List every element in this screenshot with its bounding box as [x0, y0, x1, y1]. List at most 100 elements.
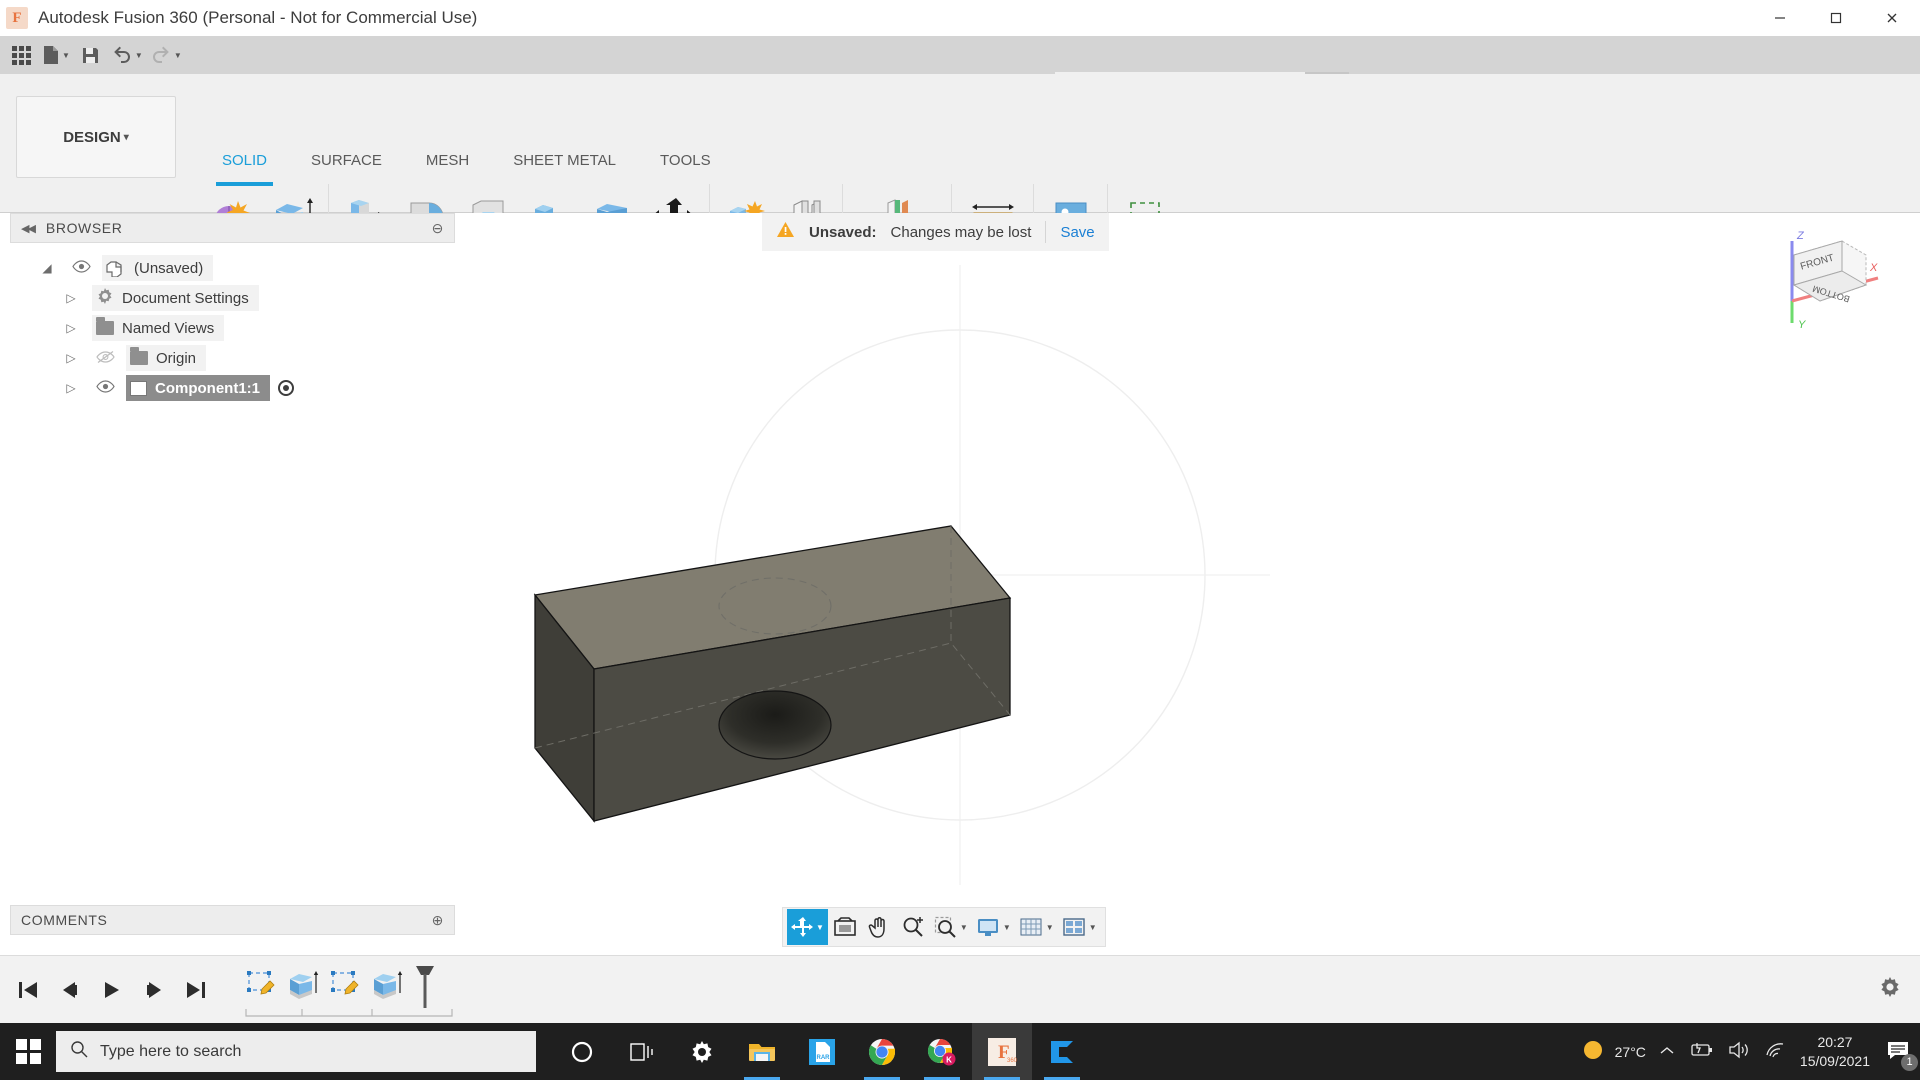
ribbon-tab-sheet-metal[interactable]: SHEET METAL — [491, 152, 638, 182]
ribbon-tab-surface[interactable]: SURFACE — [289, 152, 404, 182]
divider — [1045, 221, 1047, 243]
tree-item-origin-wrap[interactable]: Origin — [126, 345, 207, 371]
undo-icon[interactable]: ▼ — [108, 38, 147, 72]
tree-item-document-settings[interactable]: ▷ Document Settings — [10, 283, 455, 313]
skip-end-icon[interactable] — [178, 970, 214, 1010]
tree-item-unsaved-label-wrap[interactable]: (Unsaved) — [102, 255, 214, 281]
tree-item-label: Component1:1 — [155, 379, 260, 397]
maximize-button[interactable] — [1808, 0, 1864, 36]
play-icon[interactable] — [94, 970, 130, 1010]
taskbar-clock[interactable]: 20:27 15/09/2021 — [1800, 1033, 1870, 1071]
tree-item-component1-wrap[interactable]: Component1:1 — [126, 375, 270, 401]
chevron-down-icon[interactable]: ▼ — [1003, 923, 1011, 932]
taskbar-app-chrome[interactable] — [852, 1023, 912, 1080]
expander-icon[interactable]: ▷ — [58, 381, 84, 395]
start-button[interactable] — [0, 1023, 56, 1080]
minimize-panel-icon[interactable]: ⊖ — [432, 220, 444, 237]
view-cube[interactable]: Z Y X FRONT BOTTOM — [1770, 223, 1890, 333]
axis-z-label: Z — [1796, 230, 1805, 242]
svg-text:360: 360 — [1007, 1058, 1017, 1064]
visibility-eye-icon[interactable] — [92, 380, 118, 396]
visibility-eye-icon[interactable] — [68, 260, 94, 276]
minimize-button[interactable] — [1752, 0, 1808, 36]
tree-item-label: Named Views — [122, 319, 215, 337]
unsaved-message: Changes may be lost — [890, 223, 1032, 241]
tree-item-named-views[interactable]: ▷ Named Views — [10, 313, 455, 343]
tree-item-unsaved[interactable]: ◢ (Unsaved) — [10, 253, 455, 283]
timeline-sketch-2[interactable] — [324, 964, 366, 1008]
expander-icon[interactable]: ◢ — [34, 261, 60, 275]
zoom-window-icon[interactable]: ▼ — [930, 909, 972, 945]
folder-icon — [96, 317, 114, 335]
chevron-down-icon: ▼ — [62, 50, 70, 60]
redo-icon[interactable]: ▼ — [147, 38, 186, 72]
taskbar-app-cura[interactable] — [1032, 1023, 1092, 1080]
zoom-magnifier-icon[interactable] — [896, 909, 930, 945]
tree-item-named-views-wrap[interactable]: Named Views — [92, 315, 225, 341]
orbit-tool[interactable]: ▼ — [787, 909, 828, 945]
chevron-down-icon[interactable]: ▼ — [1046, 923, 1054, 932]
taskbar-app-file-explorer[interactable] — [732, 1023, 792, 1080]
tray-expand-chevron-icon[interactable] — [1660, 1044, 1674, 1060]
pan-hand-icon[interactable] — [862, 909, 896, 945]
weather-widget[interactable]: 27°C — [1581, 1038, 1646, 1065]
activate-component-radio[interactable] — [278, 380, 294, 396]
visibility-eye-hidden-icon[interactable] — [92, 350, 118, 367]
taskbar-app-task-view[interactable] — [612, 1023, 672, 1080]
timeline-extrude-1[interactable] — [282, 964, 324, 1008]
tree-item-document-settings-wrap[interactable]: Document Settings — [92, 285, 259, 311]
chevron-down-icon[interactable]: ▼ — [960, 923, 968, 932]
save-link[interactable]: Save — [1060, 224, 1094, 241]
taskbar-search[interactable]: Type here to search — [56, 1031, 536, 1072]
timeline-sketch-1[interactable] — [240, 964, 282, 1008]
ribbon-tab-mesh[interactable]: MESH — [404, 152, 491, 182]
grid-settings-icon[interactable]: ▼ — [1015, 909, 1058, 945]
expander-icon[interactable]: ▷ — [58, 321, 84, 335]
windows-taskbar: Type here to search RAR K F 360 27°C 20:… — [0, 1023, 1920, 1080]
monitor-icon[interactable]: ▼ — [972, 909, 1015, 945]
new-file-icon[interactable]: ▼ — [38, 38, 74, 72]
search-icon — [70, 1040, 88, 1063]
action-center-icon[interactable]: 1 — [1884, 1037, 1918, 1071]
wifi-icon[interactable] — [1764, 1041, 1786, 1062]
look-at-tool[interactable] — [828, 909, 862, 945]
ribbon-tab-solid[interactable]: SOLID — [200, 152, 289, 186]
speaker-icon[interactable] — [1728, 1041, 1750, 1062]
close-button[interactable] — [1864, 0, 1920, 36]
ribbon-tab-tools[interactable]: TOOLS — [638, 152, 733, 182]
skip-start-icon[interactable] — [10, 970, 46, 1010]
search-placeholder: Type here to search — [100, 1042, 242, 1060]
taskbar-app-chrome-profile-k[interactable]: K — [912, 1023, 972, 1080]
expander-icon[interactable]: ▷ — [58, 351, 84, 365]
warning-icon — [776, 221, 795, 243]
timeline-settings-gear-icon[interactable] — [1878, 975, 1920, 1005]
app-title: Autodesk Fusion 360 (Personal - Not for … — [38, 8, 478, 27]
collapse-left-icon[interactable]: ◀◀ — [21, 222, 36, 235]
timeline-extrude-2[interactable] — [366, 964, 408, 1008]
expander-icon[interactable]: ▷ — [58, 291, 84, 305]
ribbon-tabs: SOLID SURFACE MESH SHEET METAL TOOLS — [200, 152, 733, 186]
tree-item-component1[interactable]: ▷ Component1:1 — [10, 373, 455, 403]
battery-charging-icon[interactable] — [1688, 1042, 1714, 1061]
step-forward-icon[interactable] — [136, 970, 172, 1010]
taskbar-app-cortana[interactable] — [552, 1023, 612, 1080]
workspace-switcher[interactable]: DESIGN ▾ — [16, 96, 176, 178]
view-toolbar: ▼ ▼ ▼ ▼ ▼ — [782, 907, 1106, 947]
chevron-down-icon[interactable]: ▼ — [816, 923, 824, 932]
window-controls — [1752, 0, 1920, 36]
viewports-icon[interactable]: ▼ — [1058, 909, 1101, 945]
tree-item-origin[interactable]: ▷ Origin — [10, 343, 455, 373]
folder-icon — [130, 347, 148, 365]
comments-panel-header[interactable]: COMMENTS ⊕ — [10, 905, 455, 935]
chevron-down-icon[interactable]: ▼ — [1089, 923, 1097, 932]
add-comment-icon[interactable]: ⊕ — [432, 912, 444, 929]
taskbar-app-settings[interactable] — [672, 1023, 732, 1080]
step-back-icon[interactable] — [52, 970, 88, 1010]
axis-y-label: Y — [1798, 319, 1806, 331]
app-grid-icon[interactable] — [4, 38, 38, 72]
browser-title: BROWSER — [45, 220, 123, 236]
taskbar-app-fusion-360[interactable]: F 360 — [972, 1023, 1032, 1080]
save-icon[interactable] — [74, 38, 108, 72]
taskbar-app-winrar[interactable]: RAR — [792, 1023, 852, 1080]
browser-panel: ◀◀ BROWSER ⊖ ◢ (Unsaved) ▷ Document Sett… — [10, 213, 455, 935]
